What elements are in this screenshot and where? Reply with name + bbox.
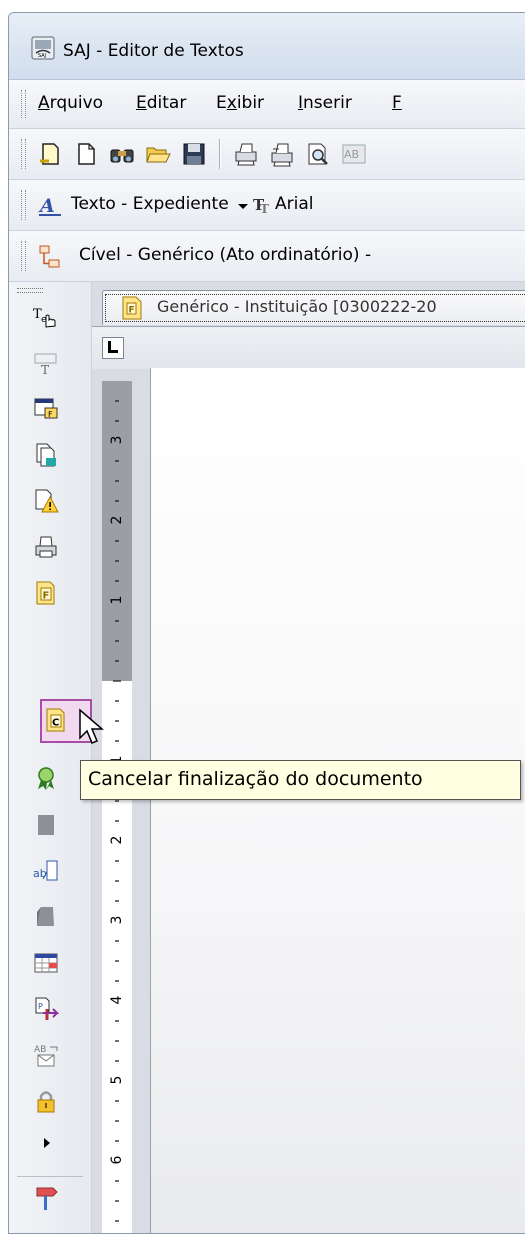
document-warning-icon[interactable] [33,488,59,514]
menu-accelerator: x [226,93,237,113]
copy-document-icon[interactable] [33,442,59,468]
mouse-cursor-icon [79,708,105,744]
text-field-icon[interactable]: T [33,350,59,376]
ruler-label: 6 [109,1155,125,1165]
menu-label-part: E [216,93,227,113]
standard-toolbar: AB [9,129,525,180]
svg-text:C: C [52,718,59,729]
signpost-icon[interactable] [33,1184,59,1210]
menu-exibir[interactable]: Exibir [216,93,264,113]
horizontal-ruler [92,326,525,369]
document-tab[interactable]: F Genérico - Instituição [0300222-20 [102,290,525,325]
svg-text:F: F [48,410,53,419]
tab-stop-selector[interactable] [102,337,124,359]
svg-text:SAJ: SAJ [38,53,46,59]
svg-text:T: T [260,202,269,216]
svg-text:P: P [38,1002,43,1011]
svg-text:AB: AB [344,148,359,161]
ruler-label: 1 [109,595,125,605]
hierarchy-icon[interactable] [37,244,63,270]
menu-label-part: nserir [303,93,352,113]
tab-stop-glyph [108,350,118,353]
menu-formatar[interactable]: F [392,93,402,113]
open-folder-icon[interactable] [145,141,171,167]
print-preview-icon[interactable] [305,141,331,167]
form-window-icon[interactable]: F [33,396,59,422]
binoculars-icon[interactable] [109,141,135,167]
vertical-ruler[interactable]: 321123456 [102,381,132,1233]
toolbar-separator [219,139,220,169]
ruler-label: 2 [109,835,125,845]
app-window: SAJ SAJ - Editor de Textos Arquivo Edita… [8,12,525,1234]
gray-document-icon[interactable] [33,904,59,930]
menu-label-part: ibir [236,93,265,113]
new-template-icon[interactable] [37,141,63,167]
finalize-document-icon[interactable]: F [33,580,59,606]
text-hand-icon[interactable]: T e [33,304,59,330]
cancel-finalization-icon[interactable]: C [43,707,69,733]
svg-text:ab: ab [33,867,47,880]
menu-accelerator: A [38,93,50,113]
pdf-convert-icon[interactable]: P [33,996,59,1022]
more-arrow-icon[interactable] [40,1136,54,1150]
menu-label-part: ditar [146,93,187,113]
menu-label-part: rquivo [49,93,104,113]
svg-text:T: T [41,363,49,376]
menu-arquivo[interactable]: Arquivo [38,93,103,113]
app-icon: SAJ [31,36,55,60]
tooltip: Cancelar finalização do documento [80,760,521,800]
document-page[interactable] [150,368,525,1233]
format-toolbar: A Texto - Expediente T T Arial [9,180,525,231]
document-final-icon: F [122,296,142,320]
font-combo[interactable]: Arial [275,194,313,214]
truetype-font-icon: T T [253,196,269,216]
menu-bar: Arquivo Editar Exibir Inserir F [9,80,525,129]
style-combo[interactable]: Texto - Expediente [71,194,229,214]
ruler-label: 4 [109,995,125,1005]
toolbar-grip[interactable] [21,90,26,118]
menu-inserir[interactable]: Inserir [298,93,352,113]
ruler-ticks [102,381,132,1233]
window-title: SAJ - Editor de Textos [63,41,244,61]
document-area: F Genérico - Instituição [0300222-20 3 2 1… [92,282,525,1233]
table-icon[interactable] [33,950,59,976]
left-toolbar: T e T F F C ab P AB [9,282,92,1233]
menu-accelerator: E [136,93,147,113]
print-setup-icon[interactable] [269,141,295,167]
toolbar-grip[interactable] [17,288,43,293]
ruler-label: 3 [109,915,125,925]
toolbar-grip[interactable] [21,190,26,220]
ruler-label: 3 [109,435,125,445]
svg-text:F: F [43,591,50,602]
model-toolbar: Cível - Genérico (Ato ordinatório) - [9,231,525,282]
certificate-icon[interactable] [33,766,59,792]
model-combo[interactable]: Cível - Genérico (Ato ordinatório) - [79,245,371,265]
document-tab-label: Genérico - Instituição [0300222-20 [157,297,437,316]
toolbar-separator [17,1176,83,1177]
gray-block-icon[interactable] [33,812,59,838]
svg-text:AB: AB [34,1045,46,1055]
mail-merge-icon[interactable]: AB [33,1042,59,1068]
title-bar[interactable]: SAJ SAJ - Editor de Textos [9,13,525,80]
toolbar-grip[interactable] [21,241,26,271]
print-icon[interactable] [233,141,259,167]
ruler-label: 2 [109,515,125,525]
svg-text:A: A [38,195,55,217]
text-style-icon[interactable]: A [37,193,63,219]
replace-text-icon[interactable]: ab [33,858,59,884]
svg-text:F: F [129,306,135,316]
new-document-icon[interactable] [73,141,99,167]
menu-accelerator: F [392,93,402,113]
menu-editar[interactable]: Editar [136,93,186,113]
lock-icon[interactable] [33,1088,59,1114]
printer-icon[interactable] [33,534,59,560]
save-icon[interactable] [181,141,207,167]
toolbar-grip[interactable] [21,139,26,169]
ruler-label: 5 [109,1075,125,1085]
spellcheck-icon[interactable]: AB [341,141,367,167]
chevron-down-icon[interactable] [236,193,250,219]
